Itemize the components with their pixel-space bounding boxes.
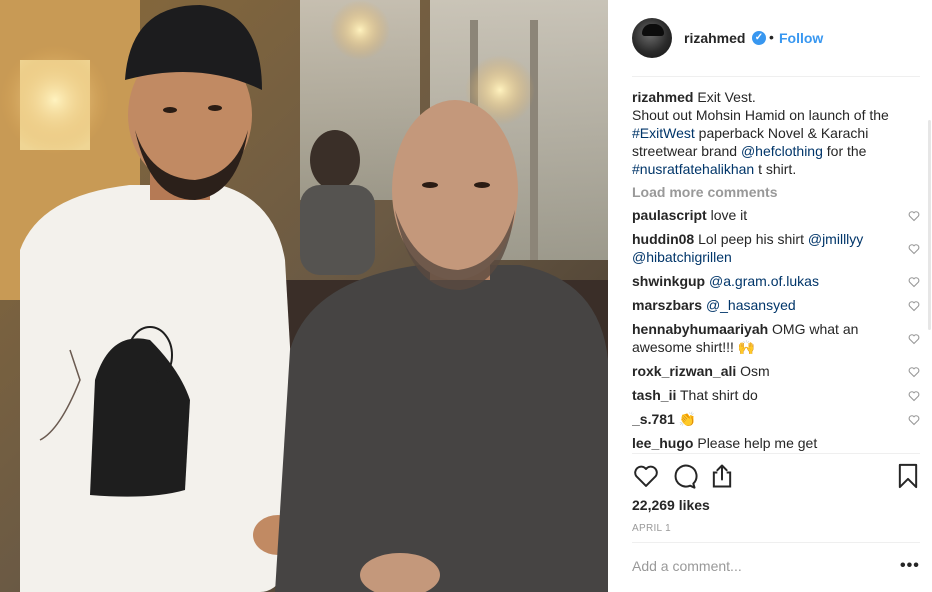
mention-link[interactable]: @hibatchigrillen — [632, 249, 732, 265]
post-details-panel: rizahmed ✓ • Follow rizahmed Exit Vest. … — [608, 0, 932, 592]
comment-like-heart-icon[interactable] — [908, 333, 920, 345]
comment-row: tash_ii That shirt do — [632, 386, 920, 410]
comment-like-heart-icon[interactable] — [908, 414, 920, 426]
follow-button[interactable]: Follow — [779, 30, 823, 46]
caption-text: paperback Novel & Karachi — [694, 125, 869, 141]
comment-username[interactable]: roxk_rizwan_ali — [632, 363, 736, 379]
comments-list[interactable]: rizahmed Exit Vest. Shout out Mohsin Ham… — [632, 88, 932, 453]
comment-like-heart-icon[interactable] — [908, 366, 920, 378]
post-photo-illustration — [0, 0, 608, 592]
post-photo[interactable] — [0, 0, 608, 592]
comment-row: huddin08 Lol peep his shirt @jmilllyy @h… — [632, 230, 920, 272]
comment-icon[interactable] — [670, 462, 698, 490]
comment-text: love it — [710, 207, 748, 223]
caption-text: t shirt. — [754, 161, 797, 177]
comment-text: That shirt do — [680, 387, 758, 403]
comments-scrollbar[interactable] — [928, 120, 931, 330]
comment-username[interactable]: _s.781 — [632, 411, 675, 427]
comment-username[interactable]: lee_hugo — [632, 435, 693, 451]
likes-count[interactable]: 22,269 likes — [632, 497, 710, 513]
caption-username[interactable]: rizahmed — [632, 89, 693, 105]
hashtag-link[interactable]: #nusratfatehalikhan — [632, 161, 754, 177]
verified-badge-icon: ✓ — [752, 31, 766, 45]
comment-row: lee_hugo Please help me get — [632, 434, 920, 453]
hashtag-link[interactable]: #ExitWest — [632, 125, 695, 141]
comment-username[interactable]: tash_ii — [632, 387, 676, 403]
separator-dot: • — [769, 29, 774, 45]
mention-link[interactable]: @_hasansyed — [706, 297, 796, 313]
divider — [632, 76, 920, 77]
more-options-icon[interactable]: ••• — [900, 558, 920, 574]
caption-text: Shout out Mohsin Hamid on launch of the — [632, 107, 889, 123]
mention-link[interactable]: @hefclothing — [741, 143, 823, 159]
caption-text: for the — [822, 143, 867, 159]
add-comment-input[interactable] — [632, 558, 872, 574]
comment-row: marszbars @_hasansyed — [632, 296, 920, 320]
comment-text: Lol peep his shirt — [698, 231, 808, 247]
comment-username[interactable]: hennabyhumaariyah — [632, 321, 768, 337]
comment-row: _s.781 👏 — [632, 410, 920, 434]
comment-like-heart-icon[interactable] — [908, 243, 920, 255]
divider — [632, 542, 920, 543]
comment-row: shwinkgup @a.gram.of.lukas — [632, 272, 920, 296]
load-more-comments-button[interactable]: Load more comments — [632, 184, 932, 204]
post-header: rizahmed ✓ • Follow — [608, 0, 932, 77]
comment-text: 👏 — [678, 411, 697, 427]
post-username[interactable]: rizahmed — [684, 30, 745, 46]
post-date[interactable]: APRIL 1 — [632, 523, 671, 534]
post-caption: rizahmed Exit Vest. Shout out Mohsin Ham… — [632, 88, 908, 178]
avatar[interactable] — [632, 18, 672, 58]
mention-link[interactable]: @jmilllyy — [808, 231, 863, 247]
comment-row: paulascript love it — [632, 206, 920, 230]
comment-text: OMG what an — [772, 321, 859, 337]
comment-row: hennabyhumaariyah OMG what an awesome sh… — [632, 320, 920, 362]
caption-text: streetwear brand — [632, 143, 741, 159]
comment-text: Osm — [740, 363, 770, 379]
caption-text: Exit Vest. — [697, 89, 756, 105]
mention-link[interactable]: @a.gram.of.lukas — [709, 273, 819, 289]
comment-like-heart-icon[interactable] — [908, 210, 920, 222]
bookmark-icon[interactable] — [894, 462, 922, 490]
comment-like-heart-icon[interactable] — [908, 276, 920, 288]
share-icon[interactable] — [708, 462, 736, 490]
comment-row: roxk_rizwan_ali Osm — [632, 362, 920, 386]
comment-text: awesome shirt!!! 🙌 — [632, 339, 756, 355]
comment-username[interactable]: shwinkgup — [632, 273, 705, 289]
divider — [632, 453, 920, 454]
post-actions-bar — [632, 462, 920, 492]
comment-username[interactable]: huddin08 — [632, 231, 694, 247]
heart-icon[interactable] — [632, 462, 660, 490]
comment-like-heart-icon[interactable] — [908, 390, 920, 402]
comment-username[interactable]: paulascript — [632, 207, 707, 223]
comment-username[interactable]: marszbars — [632, 297, 702, 313]
comment-text: Please help me get — [697, 435, 818, 451]
comment-like-heart-icon[interactable] — [908, 300, 920, 312]
